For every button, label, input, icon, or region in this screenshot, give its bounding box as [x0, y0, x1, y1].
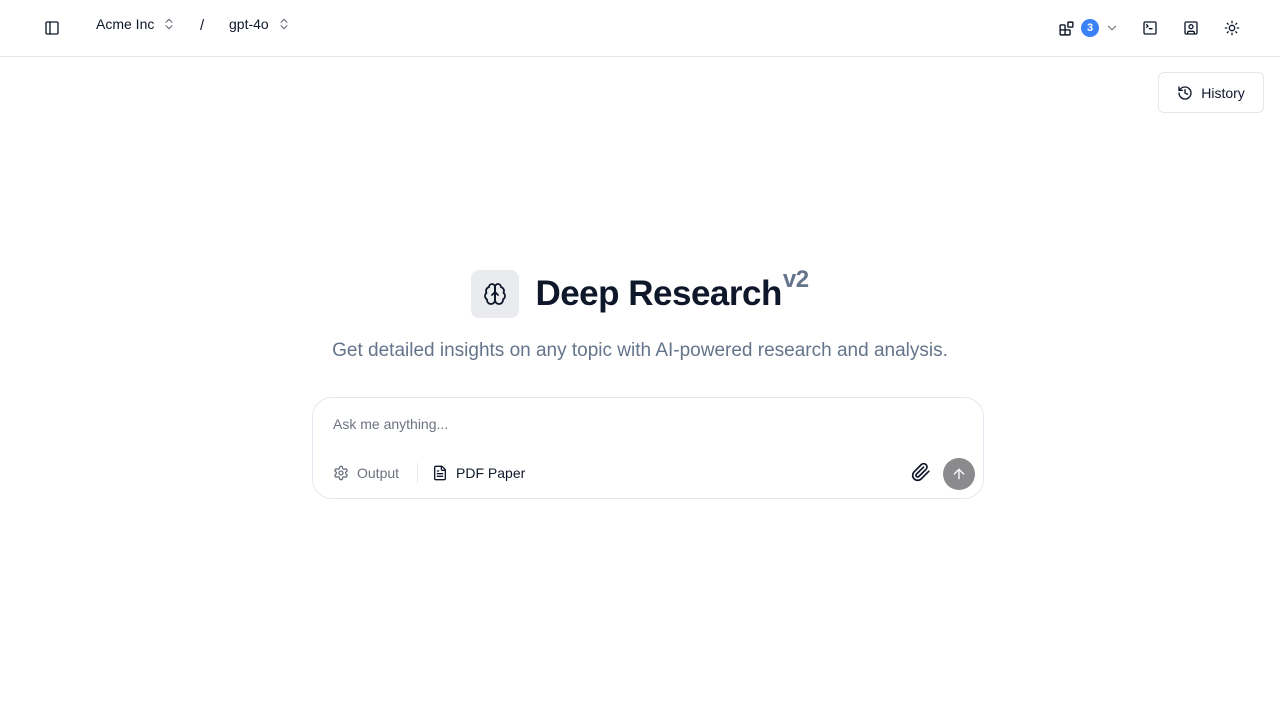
history-icon: [1178, 85, 1192, 100]
breadcrumb-separator: /: [200, 17, 205, 34]
chevrons-up-down-icon: [277, 17, 291, 31]
model-name: gpt-4o: [229, 16, 269, 32]
gear-icon: [334, 465, 348, 481]
brand-logo: [471, 270, 520, 318]
attach-button[interactable]: [911, 462, 931, 482]
chevron-down-icon: [1107, 25, 1117, 31]
apps-count-badge: 3: [1081, 19, 1099, 37]
sidebar-toggle-button[interactable]: [36, 12, 68, 44]
terminal-button[interactable]: [1134, 12, 1166, 44]
top-bar: Acme Inc / gpt-4o 3: [0, 0, 1280, 57]
output-settings-button[interactable]: Output: [333, 465, 399, 481]
page-subtitle: Get detailed insights on any topic with …: [332, 340, 948, 361]
panel-left-icon: [45, 21, 59, 35]
prompt-composer: Output PDF Paper: [312, 397, 984, 499]
user-square-icon: [1184, 21, 1198, 35]
output-format-button[interactable]: PDF Paper: [432, 465, 525, 481]
org-name: Acme Inc: [96, 16, 155, 32]
history-label: History: [1201, 84, 1245, 101]
history-button[interactable]: History: [1158, 72, 1264, 113]
sun-icon: [1224, 20, 1240, 36]
paperclip-icon: [911, 462, 930, 482]
brain-icon: [484, 283, 507, 305]
prompt-input[interactable]: [333, 412, 893, 436]
file-text-icon: [434, 465, 447, 481]
terminal-icon: [1143, 21, 1157, 35]
apps-dropdown[interactable]: 3: [1058, 19, 1119, 37]
model-switcher[interactable]: gpt-4o: [229, 16, 291, 32]
output-label: Output: [357, 465, 400, 481]
org-switcher[interactable]: Acme Inc: [96, 16, 176, 32]
hero: Deep Research v2: [0, 266, 1280, 318]
title-text: Deep Research: [535, 274, 782, 313]
arrow-up-icon: [953, 468, 965, 480]
profile-button[interactable]: [1175, 12, 1207, 44]
version-badge: v2: [782, 266, 809, 293]
chevrons-up-down-icon: [162, 17, 176, 31]
output-format-label: PDF Paper: [456, 465, 526, 481]
send-button[interactable]: [943, 458, 975, 490]
composer-options: Output PDF Paper: [333, 463, 525, 483]
theme-toggle-button[interactable]: [1216, 12, 1248, 44]
header-tools: 3: [1058, 12, 1248, 44]
blocks-icon: [1059, 20, 1074, 36]
divider: [417, 463, 419, 483]
page-title: Deep Research v2: [535, 266, 809, 314]
